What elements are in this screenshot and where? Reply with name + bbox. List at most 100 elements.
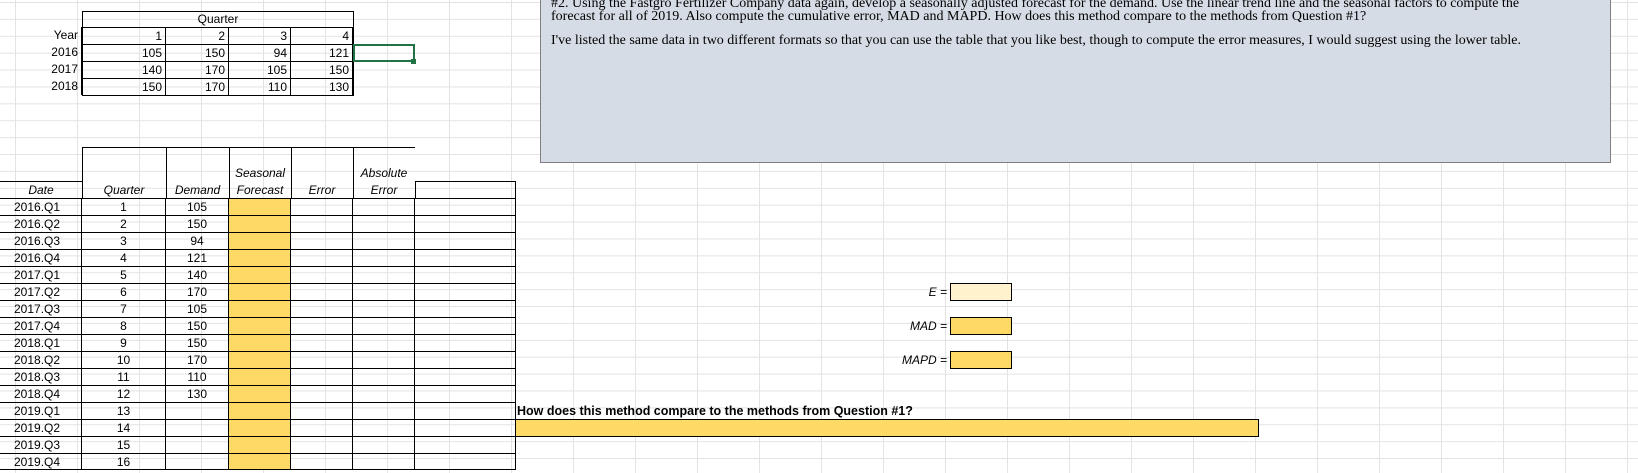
date-cell: 2016.Q4 xyxy=(0,249,82,266)
blank-table-cell[interactable] xyxy=(415,300,516,317)
blank-table-cell[interactable] xyxy=(415,368,516,385)
date-cell: 2019.Q1 xyxy=(0,402,82,419)
seasonal-forecast-input[interactable] xyxy=(229,334,291,351)
blank-table-cell[interactable] xyxy=(415,266,516,283)
selected-cell[interactable] xyxy=(353,44,415,62)
seasonal-forecast-input[interactable] xyxy=(229,198,291,215)
comparison-answer-input[interactable] xyxy=(515,419,1259,437)
absolute-error-cell[interactable] xyxy=(353,385,415,402)
seasonal-forecast-input[interactable] xyxy=(229,436,291,453)
mapd-input[interactable] xyxy=(950,351,1012,369)
blank-table-cell[interactable] xyxy=(415,198,516,215)
instructions-textbox[interactable]: #2. Using the Fastgro Fertilizer Company… xyxy=(540,0,1611,163)
blank-table-cell[interactable] xyxy=(415,402,516,419)
demand-header: Demand xyxy=(174,183,221,197)
blank-table-cell[interactable] xyxy=(415,215,516,232)
e-label: E = xyxy=(928,285,947,299)
absolute-error-cell[interactable] xyxy=(353,266,415,283)
absolute-error-cell[interactable] xyxy=(353,402,415,419)
blank-table-cell[interactable] xyxy=(415,232,516,249)
error-cell[interactable] xyxy=(291,436,353,453)
demand-value-cell: 150 xyxy=(82,78,166,95)
year-label: Year xyxy=(0,27,82,44)
quarter-cell: 15 xyxy=(82,436,166,453)
quarter-cell: 5 xyxy=(82,266,166,283)
demand-value-cell: 130 xyxy=(291,78,353,95)
seasonal-forecast-input[interactable] xyxy=(229,385,291,402)
seasonal-forecast-input[interactable] xyxy=(229,300,291,317)
demand-value-cell: 105 xyxy=(82,44,166,61)
error-cell[interactable] xyxy=(291,198,353,215)
demand-cell xyxy=(166,453,229,470)
absolute-error-cell[interactable] xyxy=(353,351,415,368)
quarter-number-header: 3 xyxy=(229,27,291,44)
error-header: Error xyxy=(308,183,336,197)
quarter-cell: 10 xyxy=(82,351,166,368)
error-cell[interactable] xyxy=(291,419,353,436)
absolute-error-cell[interactable] xyxy=(353,368,415,385)
demand-value-cell: 140 xyxy=(82,61,166,78)
error-cell[interactable] xyxy=(291,402,353,419)
error-cell[interactable] xyxy=(291,351,353,368)
mad-input[interactable] xyxy=(950,317,1012,335)
seasonal-forecast-input[interactable] xyxy=(229,351,291,368)
seasonal-forecast-input[interactable] xyxy=(229,317,291,334)
error-cell[interactable] xyxy=(291,283,353,300)
absolute-error-cell[interactable] xyxy=(353,436,415,453)
blank-table-cell[interactable] xyxy=(415,385,516,402)
error-cell[interactable] xyxy=(291,215,353,232)
fill-handle[interactable] xyxy=(411,59,416,64)
seasonal-forecast-input[interactable] xyxy=(229,368,291,385)
seasonal-forecast-input[interactable] xyxy=(229,453,291,470)
seasonal-forecast-header-1: Seasonal xyxy=(234,166,286,180)
quarter-cell: 12 xyxy=(82,385,166,402)
absolute-error-cell[interactable] xyxy=(353,453,415,470)
blank-table-cell[interactable] xyxy=(415,334,516,351)
error-cell[interactable] xyxy=(291,300,353,317)
quarter-cell: 3 xyxy=(82,232,166,249)
blank-table-cell[interactable] xyxy=(415,436,516,453)
demand-cell: 170 xyxy=(166,283,229,300)
absolute-error-cell[interactable] xyxy=(353,215,415,232)
error-cell[interactable] xyxy=(291,232,353,249)
seasonal-forecast-input[interactable] xyxy=(229,419,291,436)
date-cell: 2017.Q1 xyxy=(0,266,82,283)
absolute-error-cell[interactable] xyxy=(353,198,415,215)
error-cell[interactable] xyxy=(291,453,353,470)
absolute-error-cell[interactable] xyxy=(353,249,415,266)
quarter-cell: 16 xyxy=(82,453,166,470)
seasonal-forecast-input[interactable] xyxy=(229,283,291,300)
date-cell: 2019.Q2 xyxy=(0,419,82,436)
date-cell: 2018.Q1 xyxy=(0,334,82,351)
blank-table-cell[interactable] xyxy=(415,351,516,368)
blank-table-cell[interactable] xyxy=(415,249,516,266)
absolute-error-cell[interactable] xyxy=(353,300,415,317)
quarter-number-header: 2 xyxy=(166,27,229,44)
date-cell: 2017.Q2 xyxy=(0,283,82,300)
blank-table-cell[interactable] xyxy=(415,317,516,334)
error-cell[interactable] xyxy=(291,266,353,283)
absolute-error-cell[interactable] xyxy=(353,419,415,436)
e-input[interactable] xyxy=(950,283,1012,301)
date-cell: 2016.Q1 xyxy=(0,198,82,215)
demand-value-cell: 94 xyxy=(229,44,291,61)
blank-table-cell[interactable] xyxy=(415,283,516,300)
absolute-error-cell[interactable] xyxy=(353,232,415,249)
error-cell[interactable] xyxy=(291,249,353,266)
error-cell[interactable] xyxy=(291,334,353,351)
absolute-error-cell[interactable] xyxy=(353,334,415,351)
demand-value-cell: 105 xyxy=(229,61,291,78)
error-cell[interactable] xyxy=(291,317,353,334)
seasonal-forecast-input[interactable] xyxy=(229,266,291,283)
error-cell[interactable] xyxy=(291,368,353,385)
seasonal-forecast-input[interactable] xyxy=(229,232,291,249)
quarter-cell: 14 xyxy=(82,419,166,436)
error-cell[interactable] xyxy=(291,385,353,402)
absolute-error-cell[interactable] xyxy=(353,317,415,334)
seasonal-forecast-input[interactable] xyxy=(229,215,291,232)
absolute-error-cell[interactable] xyxy=(353,283,415,300)
blank-table-cell[interactable] xyxy=(415,453,516,470)
blank-table-cell[interactable] xyxy=(415,419,516,436)
seasonal-forecast-input[interactable] xyxy=(229,249,291,266)
seasonal-forecast-input[interactable] xyxy=(229,402,291,419)
